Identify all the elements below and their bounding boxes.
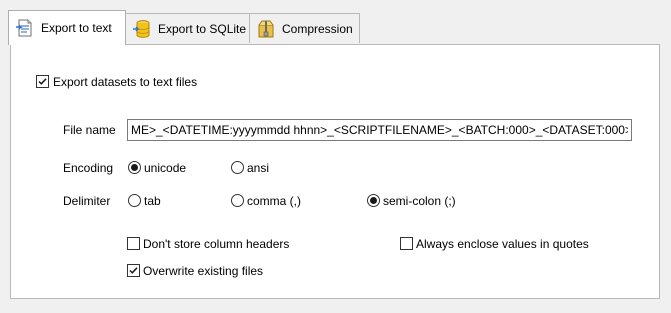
encoding-ansi-label: ansi — [247, 161, 270, 175]
compression-icon — [258, 20, 274, 37]
export-datasets-checkbox[interactable] — [36, 75, 49, 88]
file-name-input[interactable] — [128, 120, 631, 140]
export-datasets-label: Export datasets to text files — [53, 75, 198, 89]
radio-selected-dot — [131, 164, 138, 171]
delimiter-semicolon-radio[interactable] — [367, 194, 380, 207]
dont-store-headers-checkbox[interactable] — [127, 237, 140, 250]
always-enclose-quotes-checkbox[interactable] — [400, 237, 413, 250]
tab-label: Export to SQLite — [158, 21, 247, 36]
encoding-label: Encoding — [63, 161, 114, 175]
file-name-label: File name — [63, 123, 116, 137]
overwrite-files-checkbox[interactable] — [127, 264, 140, 277]
delimiter-semicolon-label: semi-colon (;) — [383, 194, 456, 208]
dont-store-headers-label: Don't store column headers — [143, 237, 290, 251]
encoding-unicode-label: unicode — [144, 161, 187, 175]
tab-label: Compression — [282, 21, 353, 36]
check-mark-icon — [129, 267, 138, 274]
tab-export-to-text[interactable]: Export to text — [8, 10, 126, 45]
encoding-unicode-radio[interactable] — [128, 161, 141, 174]
overwrite-files-label: Overwrite existing files — [143, 264, 264, 278]
text-export-icon — [16, 19, 32, 37]
always-enclose-quotes-label: Always enclose values in quotes — [416, 237, 589, 251]
tab-export-to-sqlite[interactable]: Export to SQLite — [125, 13, 250, 43]
sqlite-database-icon — [133, 19, 150, 38]
delimiter-tab-radio[interactable] — [128, 194, 141, 207]
check-mark-icon — [38, 78, 47, 85]
delimiter-label: Delimiter — [63, 194, 111, 208]
radio-selected-dot — [370, 197, 377, 204]
delimiter-comma-label: comma (,) — [247, 194, 301, 208]
encoding-ansi-radio[interactable] — [231, 161, 244, 174]
tab-label: Export to text — [41, 21, 112, 35]
tab-compression[interactable]: Compression — [249, 13, 360, 43]
delimiter-comma-radio[interactable] — [231, 194, 244, 207]
file-name-field[interactable] — [127, 119, 632, 141]
delimiter-tab-label: tab — [144, 194, 161, 208]
